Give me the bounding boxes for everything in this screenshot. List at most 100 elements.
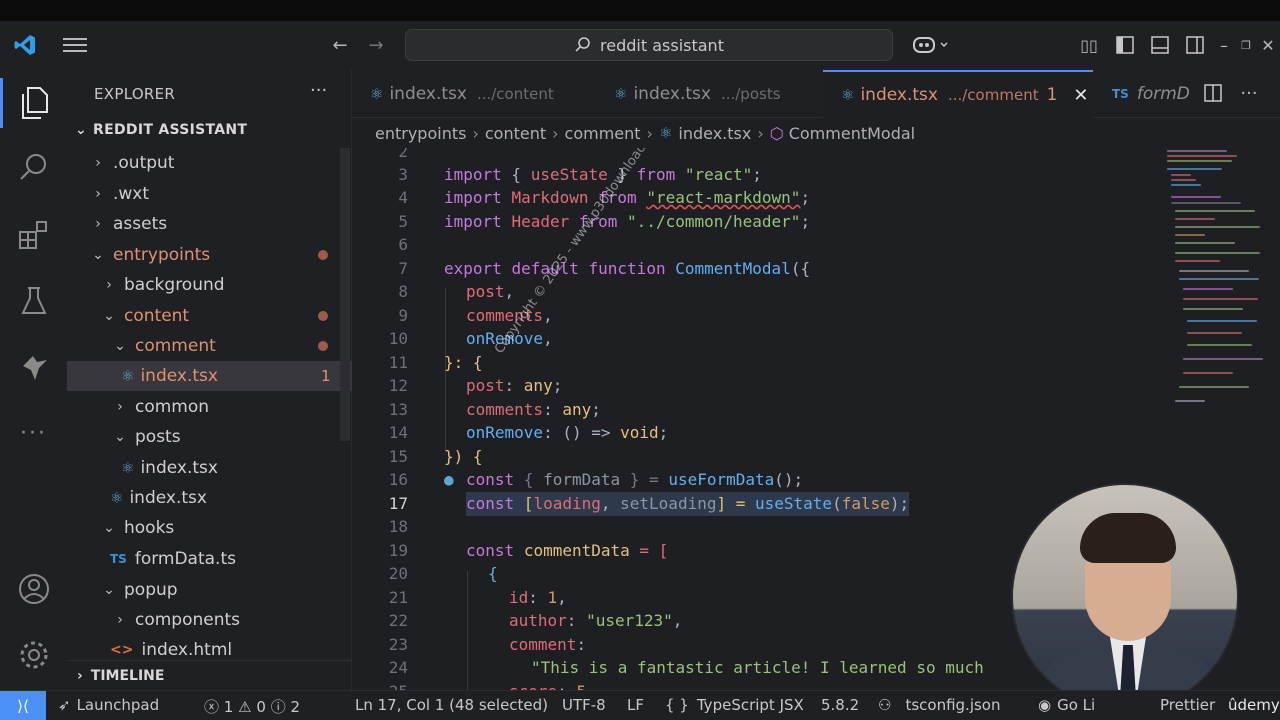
line-number: 7 <box>398 259 408 278</box>
toggle-secondary-sidebar-icon[interactable] <box>1183 33 1207 57</box>
tree-folder-background[interactable]: › background <box>67 270 352 300</box>
punct-token: : <box>528 588 548 607</box>
tree-label: popup <box>124 580 178 600</box>
minimap-line <box>1187 320 1257 322</box>
restore-icon[interactable]: ❐ <box>1238 33 1254 57</box>
settings-gear-icon[interactable] <box>0 630 67 680</box>
tree-file-formdata[interactable]: TS formData.ts <box>67 544 352 574</box>
toggle-panel-icon[interactable] <box>1148 33 1172 57</box>
minimize-icon[interactable]: – <box>1216 33 1232 57</box>
breadcrumb-item[interactable]: CommentModal <box>789 124 915 143</box>
info-icon: ⓘ <box>270 698 286 716</box>
breadcrumb-item[interactable]: entrypoints <box>375 124 466 143</box>
tree-folder-wxt[interactable]: › .wxt <box>67 179 352 209</box>
tree-label: formData.ts <box>134 549 236 569</box>
lightbulb-icon[interactable]: ● <box>444 468 454 492</box>
tab-formdata[interactable]: TS formD <box>1094 70 1194 118</box>
tab-posts-index[interactable]: ⚛ index.tsx .../posts <box>596 70 822 118</box>
tree-folder-posts[interactable]: ⌄ posts <box>67 422 352 452</box>
keyword-token: const <box>466 494 515 513</box>
extensions-icon[interactable] <box>0 210 67 260</box>
tree-folder-popup[interactable]: ⌄ popup <box>67 575 352 605</box>
close-window-icon[interactable]: ✕ <box>1260 33 1276 57</box>
encoding-button[interactable]: UTF-8 <box>562 696 606 714</box>
code-text: import Header from "../common/header"; <box>444 210 810 234</box>
go-live-button[interactable]: ◉ Go Li <box>1038 696 1095 714</box>
split-editor-icon[interactable] <box>1202 82 1224 104</box>
identifier-token: loading <box>533 494 601 513</box>
minimap[interactable] <box>1167 148 1263 413</box>
tab-comment-index[interactable]: ⚛ index.tsx .../comment 1 ✕ <box>823 70 1093 118</box>
more-views-icon[interactable]: ··· <box>0 408 67 458</box>
punct-token: ] = <box>716 494 755 513</box>
identifier-token: score <box>509 682 557 690</box>
more-actions-icon[interactable]: ··· <box>310 80 327 101</box>
function-token: useState <box>755 494 833 513</box>
breadcrumb-item[interactable]: comment <box>565 124 641 143</box>
breadcrumb-item[interactable]: content <box>485 124 546 143</box>
tree-folder-hooks[interactable]: ⌄ hooks <box>67 513 352 543</box>
punct-token: , <box>600 494 621 513</box>
tree-folder-entrypoints[interactable]: ⌄ entrypoints <box>67 240 352 270</box>
problems-button[interactable]: ⓧ 1 ⚠ 0 ⓘ 2 <box>204 696 300 717</box>
deploy-bird-icon[interactable] <box>0 342 67 392</box>
sidebar-scrollbar[interactable] <box>340 148 350 441</box>
react-icon: ⚛ <box>658 124 673 142</box>
type-token: any <box>562 400 592 419</box>
line-number: 19 <box>388 541 408 560</box>
tab-label: index.tsx <box>860 85 938 105</box>
code-text: comment: <box>509 633 586 657</box>
prettier-button[interactable]: Prettier <box>1160 696 1215 714</box>
tree-folder-common[interactable]: › common <box>67 392 352 422</box>
line-number: 6 <box>398 235 408 254</box>
arrow-left-icon[interactable]: ← <box>328 33 352 57</box>
string-token: "react-markdown" <box>646 188 801 207</box>
udemy-watermark: ûdemy <box>1228 696 1280 714</box>
explorer-icon[interactable] <box>0 78 67 128</box>
keyword-token: const <box>466 470 515 489</box>
workspace-root[interactable]: ⌄ REDDIT ASSISTANT <box>75 122 247 138</box>
testing-flask-icon[interactable] <box>0 276 67 326</box>
vscode-logo-icon[interactable] <box>12 32 38 58</box>
minimap-line <box>1175 210 1255 212</box>
code-text: id: 1, <box>509 586 567 610</box>
arrow-right-icon[interactable]: → <box>364 33 388 57</box>
command-center-search[interactable]: reddit assistant <box>405 29 893 61</box>
tab-content-index[interactable]: ⚛ index.tsx .../content <box>352 70 595 118</box>
launchpad-button[interactable]: ➶ Launchpad <box>58 696 159 714</box>
tree-folder-output[interactable]: › .output <box>67 148 352 178</box>
copilot-icon[interactable] <box>910 33 954 57</box>
tree-folder-components[interactable]: › components <box>67 605 352 635</box>
code-text: }) { <box>444 445 483 469</box>
punct-token: ; <box>658 423 669 442</box>
eol-button[interactable]: LF <box>627 696 644 714</box>
remote-indicator-icon[interactable]: ⟩⟨ <box>0 691 46 720</box>
tree-folder-comment[interactable]: ⌄ comment <box>67 331 352 361</box>
ts-version-button[interactable]: 5.8.2 <box>821 696 859 714</box>
menu-icon[interactable] <box>62 34 88 56</box>
typescript-icon: TS <box>110 552 127 566</box>
code-line: 2 <box>352 148 1172 164</box>
tab-description: .../comment <box>947 86 1039 104</box>
layout-customize-icon[interactable]: ▯▯ <box>1077 33 1101 57</box>
tsconfig-button[interactable]: ⚇ tsconfig.json <box>878 696 1001 714</box>
tree-file-posts-index[interactable]: ⚛ index.tsx <box>67 453 352 483</box>
chevron-right-icon: › <box>117 399 123 415</box>
cursor-position[interactable]: Ln 17, Col 1 (48 selected) <box>355 696 548 714</box>
tree-folder-content[interactable]: ⌄ content <box>67 301 352 331</box>
breadcrumb-item[interactable]: index.tsx <box>678 124 751 143</box>
language-mode-button[interactable]: { } TypeScript JSX <box>665 696 804 714</box>
symbol-cube-icon: ⬡ <box>769 123 784 143</box>
close-tab-icon[interactable]: ✕ <box>1073 85 1088 106</box>
timeline-section[interactable]: › TIMELINE <box>67 660 352 690</box>
account-icon[interactable] <box>0 564 67 614</box>
modified-dot <box>318 341 328 351</box>
minimap-line <box>1167 160 1232 162</box>
tree-folder-assets[interactable]: › assets <box>67 209 352 239</box>
search-icon[interactable] <box>0 142 67 192</box>
editor-more-actions-icon[interactable]: ··· <box>1238 82 1260 104</box>
tree-file-comment-index[interactable]: ⚛ index.tsx 1 <box>67 361 352 391</box>
tree-file-content-index[interactable]: ⚛ index.tsx <box>67 483 352 513</box>
toggle-primary-sidebar-icon[interactable] <box>1113 33 1137 57</box>
